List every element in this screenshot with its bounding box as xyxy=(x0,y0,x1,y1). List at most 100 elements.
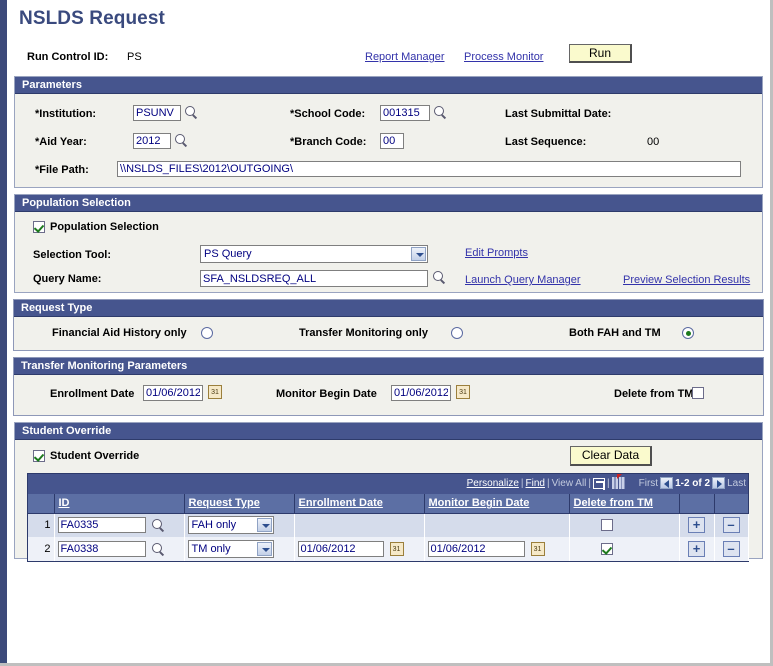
calendar-icon[interactable]: 31 xyxy=(530,542,545,557)
row-id-lookup-icon[interactable] xyxy=(151,542,165,556)
row-id-input[interactable] xyxy=(57,517,146,534)
col-add xyxy=(679,494,715,514)
calendar-icon[interactable]: 31 xyxy=(389,542,404,557)
branch-code-input[interactable] xyxy=(380,133,404,149)
chevron-down-icon[interactable] xyxy=(256,518,272,533)
student-override-checkbox[interactable] xyxy=(33,450,45,462)
query-name-input[interactable] xyxy=(200,270,428,287)
selection-tool-value: PS Query xyxy=(204,248,252,260)
first-page-label: First xyxy=(638,477,659,489)
last-page-label: Last xyxy=(727,477,746,489)
radio-both-fah-tm[interactable] xyxy=(682,327,694,339)
view-all-link[interactable]: View All xyxy=(552,478,587,489)
query-name-lookup-icon[interactable] xyxy=(433,271,446,284)
delete-from-tm-checkbox[interactable] xyxy=(692,387,704,399)
row-number: 1 xyxy=(28,513,55,537)
row-request-type-select[interactable]: TM only xyxy=(187,540,274,558)
school-code-input[interactable] xyxy=(380,105,430,121)
remove-row-button[interactable]: – xyxy=(722,541,740,557)
next-page-icon[interactable] xyxy=(712,477,726,489)
toolbar-separator: | xyxy=(588,477,592,489)
col-rownum xyxy=(28,494,55,514)
population-selection-checkbox-label: Population Selection xyxy=(50,221,159,233)
previous-page-icon[interactable] xyxy=(660,477,674,489)
row-id-lookup-icon[interactable] xyxy=(151,518,165,532)
toolbar-separator: | xyxy=(546,477,550,489)
col-id: ID xyxy=(54,494,185,514)
file-path-input[interactable] xyxy=(117,161,741,177)
run-button[interactable]: Run xyxy=(569,44,632,63)
personalize-link[interactable]: Personalize xyxy=(467,478,519,489)
row-id-input[interactable] xyxy=(57,541,146,557)
student-override-group: Student Override Student Override Clear … xyxy=(14,422,763,562)
cell-delete-from-tm xyxy=(569,513,680,537)
nslds-request-page: NSLDS Request Run Control ID: PS Report … xyxy=(0,0,773,666)
cell-add: + xyxy=(679,513,715,537)
row-delete-from-tm-checkbox[interactable] xyxy=(600,519,613,532)
calendar-icon[interactable]: 31 xyxy=(456,385,470,399)
cell-id xyxy=(54,513,185,537)
selection-tool-select[interactable]: PS Query xyxy=(200,245,428,263)
expand-grid-icon[interactable] xyxy=(593,477,606,489)
download-to-excel-icon[interactable] xyxy=(611,474,625,489)
institution-lookup-icon[interactable] xyxy=(185,106,198,119)
cell-enrollment-date xyxy=(294,513,425,537)
aid-year-input[interactable] xyxy=(133,133,171,149)
parameters-body: *Institution: *Aid Year: *File Path: *Sc… xyxy=(15,94,762,187)
col-enrollment-date-label[interactable]: Enrollment Date xyxy=(299,497,383,509)
monitor-begin-date-input[interactable] xyxy=(391,385,451,401)
edit-prompts-link[interactable]: Edit Prompts xyxy=(465,247,528,259)
student-override-header: Student Override xyxy=(15,423,762,440)
process-monitor-link[interactable]: Process Monitor xyxy=(464,51,543,63)
last-sequence-label: Last Sequence: xyxy=(505,136,587,148)
row-number: 2 xyxy=(28,537,55,561)
cell-id xyxy=(54,537,185,561)
col-monitor-begin-date-label[interactable]: Monitor Begin Date xyxy=(429,497,530,509)
row-request-type-value: FAH only xyxy=(191,519,237,532)
school-code-lookup-icon[interactable] xyxy=(434,106,447,119)
aid-year-label: *Aid Year: xyxy=(35,136,87,148)
add-row-button[interactable]: + xyxy=(688,541,705,557)
row-delete-from-tm-checkbox[interactable] xyxy=(600,543,613,556)
add-row-button[interactable]: + xyxy=(688,517,705,534)
row-request-type-select[interactable]: FAH only xyxy=(187,516,274,535)
radio-tm-only[interactable] xyxy=(451,327,463,339)
radio-label-both-fah-tm: Both FAH and TM xyxy=(569,327,661,339)
find-link[interactable]: Find xyxy=(526,478,545,489)
institution-label: *Institution: xyxy=(35,108,97,120)
remove-row-button[interactable]: – xyxy=(722,517,740,534)
calendar-icon[interactable]: 31 xyxy=(208,385,222,399)
col-delete-from-tm-label[interactable]: Delete from TM xyxy=(574,497,653,509)
enrollment-date-label: Enrollment Date xyxy=(50,388,135,400)
chevron-down-icon[interactable] xyxy=(256,542,272,556)
radio-fah-only[interactable] xyxy=(201,327,213,339)
col-request-type-label[interactable]: Request Type xyxy=(189,497,260,509)
clear-data-button[interactable]: Clear Data xyxy=(570,446,652,466)
cell-monitor-begin-date xyxy=(424,513,570,537)
last-sequence-value: 00 xyxy=(647,136,660,148)
report-manager-link[interactable]: Report Manager xyxy=(365,51,445,63)
table-row: 1 FAH only xyxy=(28,513,749,537)
launch-query-manager-link[interactable]: Launch Query Manager xyxy=(465,274,581,286)
query-name-label: Query Name: xyxy=(33,273,102,285)
row-request-type-value: TM only xyxy=(191,543,231,555)
row-enrollment-date-input[interactable] xyxy=(297,541,384,557)
institution-input[interactable] xyxy=(133,105,181,121)
preview-selection-results-link[interactable]: Preview Selection Results xyxy=(623,274,750,286)
aid-year-lookup-icon[interactable] xyxy=(175,134,188,147)
col-id-label[interactable]: ID xyxy=(59,497,70,509)
col-monitor-begin-date: Monitor Begin Date xyxy=(424,494,570,514)
run-control-bar: Run Control ID: PS Report Manager Proces… xyxy=(7,30,770,76)
cell-enrollment-date: 31 xyxy=(294,537,425,561)
toolbar-separator: | xyxy=(607,477,610,489)
chevron-down-icon[interactable] xyxy=(411,247,426,261)
parameters-header: Parameters xyxy=(15,77,762,94)
transfer-monitoring-header: Transfer Monitoring Parameters xyxy=(14,358,763,375)
enrollment-date-input[interactable] xyxy=(143,385,203,401)
page-title: NSLDS Request xyxy=(19,8,165,29)
population-selection-header: Population Selection xyxy=(15,195,762,212)
row-monitor-begin-date-input[interactable] xyxy=(427,541,525,557)
file-path-label: *File Path: xyxy=(35,164,89,176)
population-selection-checkbox[interactable] xyxy=(33,221,45,233)
run-control-id-value: PS xyxy=(127,51,142,63)
